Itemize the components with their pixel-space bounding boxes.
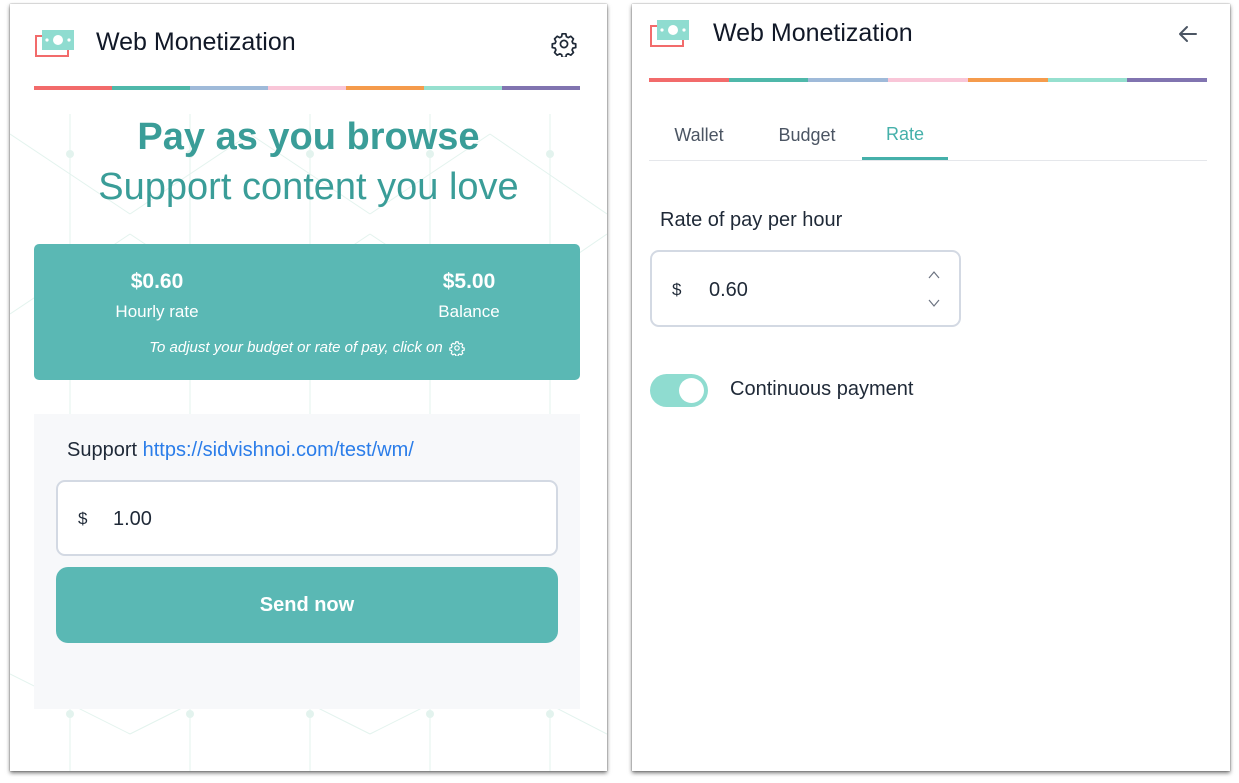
stripe-segment [190, 86, 268, 90]
tab-budget[interactable]: Budget [757, 112, 857, 158]
arrow-left-icon [1179, 26, 1197, 42]
rate-input[interactable] [709, 277, 909, 303]
stripe-segment [967, 78, 1048, 82]
stripe-segment [268, 86, 346, 90]
popup-settings-view: Web Monetization Wallet Budget Rate Rate… [632, 4, 1230, 771]
settings-tabs: Wallet Budget Rate [649, 112, 1207, 161]
chevron-up-icon[interactable] [928, 270, 940, 280]
gear-icon [551, 32, 577, 57]
settings-header: Web Monetization [632, 4, 1230, 84]
popup-main-view: Web Monetization Pay as you browse Suppo… [10, 4, 607, 771]
tab-rate[interactable]: Rate [862, 112, 948, 160]
hourly-rate-value: $0.60 [130, 270, 184, 293]
rate-field[interactable]: $ [650, 250, 961, 327]
continuous-payment-label: Continuous payment [730, 378, 914, 400]
support-prefix: Support [67, 439, 138, 461]
support-card: Support https://sidvishnoi.com/test/wm/ … [34, 414, 580, 709]
money-logo-icon [35, 30, 74, 57]
stripe-segment [728, 78, 809, 82]
settings-button[interactable] [548, 28, 580, 60]
support-line: Support https://sidvishnoi.com/test/wm/ [67, 439, 414, 462]
tip-amount-input[interactable] [113, 506, 513, 532]
stripe-segment [1047, 78, 1128, 82]
balance-label: Balance [438, 302, 500, 321]
app-title: Web Monetization [96, 28, 296, 56]
app-title: Web Monetization [713, 19, 913, 47]
hero-subtitle: Support content you love [98, 166, 519, 208]
stripe-segment [346, 86, 424, 90]
hourly-rate-label: Hourly rate [115, 302, 199, 321]
tab-wallet[interactable]: Wallet [649, 112, 749, 158]
stats-card: $0.60 Hourly rate $5.00 Balance To adjus… [34, 244, 580, 380]
stripe-segment [888, 78, 968, 82]
money-logo-icon [650, 20, 689, 47]
stripe-segment [424, 86, 502, 90]
back-button[interactable] [1172, 18, 1204, 50]
stripe-segment [34, 86, 112, 90]
toggle-knob [679, 378, 704, 403]
stripe-segment [1127, 78, 1208, 82]
color-stripe [34, 86, 580, 90]
stripe-segment [502, 86, 580, 90]
hourly-rate-stat: $0.60 Hourly rate [82, 270, 232, 322]
tip-amount-field[interactable]: $ [56, 480, 558, 556]
chevron-down-icon[interactable] [928, 298, 940, 308]
send-now-button[interactable]: Send now [56, 567, 558, 643]
site-link[interactable]: https://sidvishnoi.com/test/wm/ [143, 439, 414, 461]
currency-symbol: $ [672, 280, 682, 299]
color-stripe [649, 78, 1208, 82]
stripe-segment [649, 78, 729, 82]
balance-stat: $5.00 Balance [394, 270, 544, 322]
adjust-hint-text: To adjust your budget or rate of pay, cl… [149, 339, 443, 356]
balance-value: $5.00 [442, 270, 496, 293]
popup-header: Web Monetization [10, 4, 607, 84]
currency-symbol: $ [78, 509, 88, 528]
rate-label: Rate of pay per hour [660, 209, 843, 231]
hero-title: Pay as you browse [137, 116, 480, 158]
gear-icon [448, 340, 465, 356]
continuous-payment-toggle[interactable] [650, 374, 708, 407]
adjust-hint: To adjust your budget or rate of pay, cl… [34, 339, 580, 356]
stripe-segment [112, 86, 190, 90]
stripe-segment [808, 78, 889, 82]
